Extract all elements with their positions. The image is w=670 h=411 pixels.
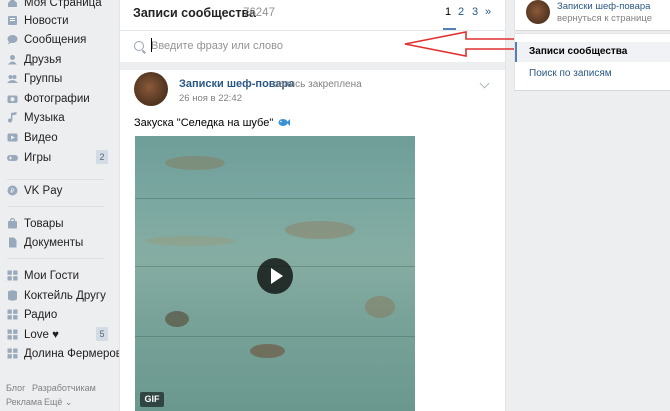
- sidebar-item-music[interactable]: Музыка: [0, 108, 112, 127]
- search-icon: [134, 41, 144, 51]
- left-sidebar: Моя Страница Новости Сообщения Друзья Гр…: [0, 0, 122, 411]
- music-icon: [7, 112, 18, 123]
- right-menu-item-search[interactable]: Поиск по записям: [529, 68, 612, 79]
- fish-emoji-icon: [278, 119, 291, 126]
- text-cursor: [151, 38, 152, 52]
- friends-icon: [7, 54, 18, 65]
- sidebar-item-video[interactable]: Видео: [0, 128, 112, 147]
- gif-badge: GIF: [140, 392, 164, 407]
- sidebar-item-groups[interactable]: Группы: [0, 69, 112, 88]
- sidebar-item-label: Игры: [24, 151, 52, 164]
- sidebar-item-label: Видео: [24, 131, 58, 144]
- games-icon: [7, 152, 18, 163]
- pagination-page-1[interactable]: 1: [445, 6, 451, 18]
- pagination-page-2[interactable]: 2: [458, 6, 464, 18]
- sidebar-divider: [7, 206, 104, 207]
- app-icon: [7, 309, 18, 320]
- sidebar-item-label: Друзья: [24, 53, 62, 66]
- home-icon: [7, 0, 18, 8]
- photos-icon: [7, 93, 18, 104]
- community-avatar: [526, 0, 550, 24]
- sidebar-item-label: Моя Страница: [24, 0, 102, 9]
- vkpay-icon: ₽: [7, 185, 18, 196]
- sidebar-item-messages[interactable]: Сообщения: [0, 30, 112, 49]
- sidebar-item-love[interactable]: Love ♥ 5: [0, 325, 112, 344]
- goods-icon: [7, 217, 18, 229]
- sidebar-divider: [7, 258, 104, 259]
- sidebar-item-label: Долина Фермеров: [24, 347, 122, 360]
- post-date[interactable]: 26 ноя в 22:42: [179, 93, 242, 104]
- app-icon: [7, 329, 18, 340]
- sidebar-item-label: Коктейль Другу: [24, 289, 106, 302]
- groups-icon: [7, 73, 18, 84]
- post-menu-chevron-icon[interactable]: [479, 78, 490, 89]
- database-icon: [7, 290, 18, 301]
- sidebar-item-friends[interactable]: Друзья: [0, 50, 112, 69]
- post-pinned-label: запись закреплена: [274, 79, 362, 90]
- sidebar-item-label: Документы: [24, 236, 84, 249]
- section-gap: [120, 62, 505, 70]
- games-counter-badge: 2: [96, 150, 108, 164]
- footer-link-ads[interactable]: Реклама: [6, 397, 42, 407]
- app-icon: [7, 348, 18, 359]
- play-button[interactable]: [257, 258, 293, 294]
- love-counter-badge: 5: [96, 327, 108, 341]
- pagination-next[interactable]: »: [485, 6, 491, 18]
- sidebar-item-vkpay[interactable]: ₽ VK Pay: [0, 181, 112, 200]
- community-name-link[interactable]: Записки шеф-повара: [557, 1, 650, 12]
- post-gif-media[interactable]: GIF: [135, 136, 415, 411]
- footer-link-blog[interactable]: Блог: [6, 383, 25, 393]
- documents-icon: [7, 237, 18, 248]
- sidebar-item-label: Сообщения: [24, 33, 87, 46]
- community-posts-panel: Записи сообщества 76247 1 2 3 » Записки …: [120, 0, 538, 411]
- page-title: Записи сообщества: [133, 6, 256, 20]
- sidebar-item-games[interactable]: Игры 2: [0, 148, 112, 167]
- community-back-box[interactable]: Записки шеф-повара вернуться к странице: [515, 0, 670, 30]
- footer-link-more[interactable]: Ещё ⌄: [44, 397, 72, 408]
- sidebar-item-label: VK Pay: [24, 184, 63, 197]
- sidebar-item-documents[interactable]: Документы: [0, 233, 112, 252]
- back-to-page-link[interactable]: вернуться к странице: [557, 13, 652, 24]
- post-text: Закуска "Селедка на шубе": [134, 117, 291, 129]
- footer-link-developers[interactable]: Разработчикам: [32, 383, 96, 393]
- sidebar-item-my-guests[interactable]: Мои Гости: [0, 266, 112, 285]
- sidebar-item-label: Love ♥: [24, 328, 59, 341]
- news-icon: [7, 15, 18, 26]
- app-icon: [7, 270, 18, 281]
- video-icon: [7, 132, 18, 143]
- sidebar-item-label: Товары: [24, 217, 64, 230]
- sidebar-item-goods[interactable]: Товары: [0, 214, 112, 233]
- sidebar-item-label: Мои Гости: [24, 269, 80, 282]
- right-menu: Записи сообщества Поиск по записям: [515, 34, 670, 90]
- sidebar-item-cocktail[interactable]: Коктейль Другу: [0, 286, 112, 305]
- sidebar-item-label: Группы: [24, 72, 63, 85]
- sidebar-item-farmers-valley[interactable]: Долина Фермеров: [0, 344, 122, 363]
- right-menu-item-label: Записи сообщества: [529, 46, 628, 57]
- post-author-avatar[interactable]: [134, 72, 168, 106]
- right-menu-item-posts[interactable]: Записи сообщества: [515, 42, 670, 62]
- pagination-page-3[interactable]: 3: [472, 6, 478, 18]
- messages-icon: [7, 34, 18, 45]
- sidebar-item-news[interactable]: Новости: [0, 11, 112, 30]
- sidebar-item-label: Радио: [24, 308, 58, 321]
- sidebar-item-label: Фотографии: [24, 92, 90, 105]
- post-text-content: Закуска "Селедка на шубе": [134, 117, 274, 129]
- sidebar-item-photos[interactable]: Фотографии: [0, 89, 112, 108]
- sidebar-divider: [7, 179, 104, 180]
- posts-count: 76247: [243, 7, 275, 19]
- sidebar-item-label: Новости: [24, 14, 69, 27]
- sidebar-item-radio[interactable]: Радио: [0, 305, 112, 324]
- sidebar-item-label: Музыка: [24, 111, 65, 124]
